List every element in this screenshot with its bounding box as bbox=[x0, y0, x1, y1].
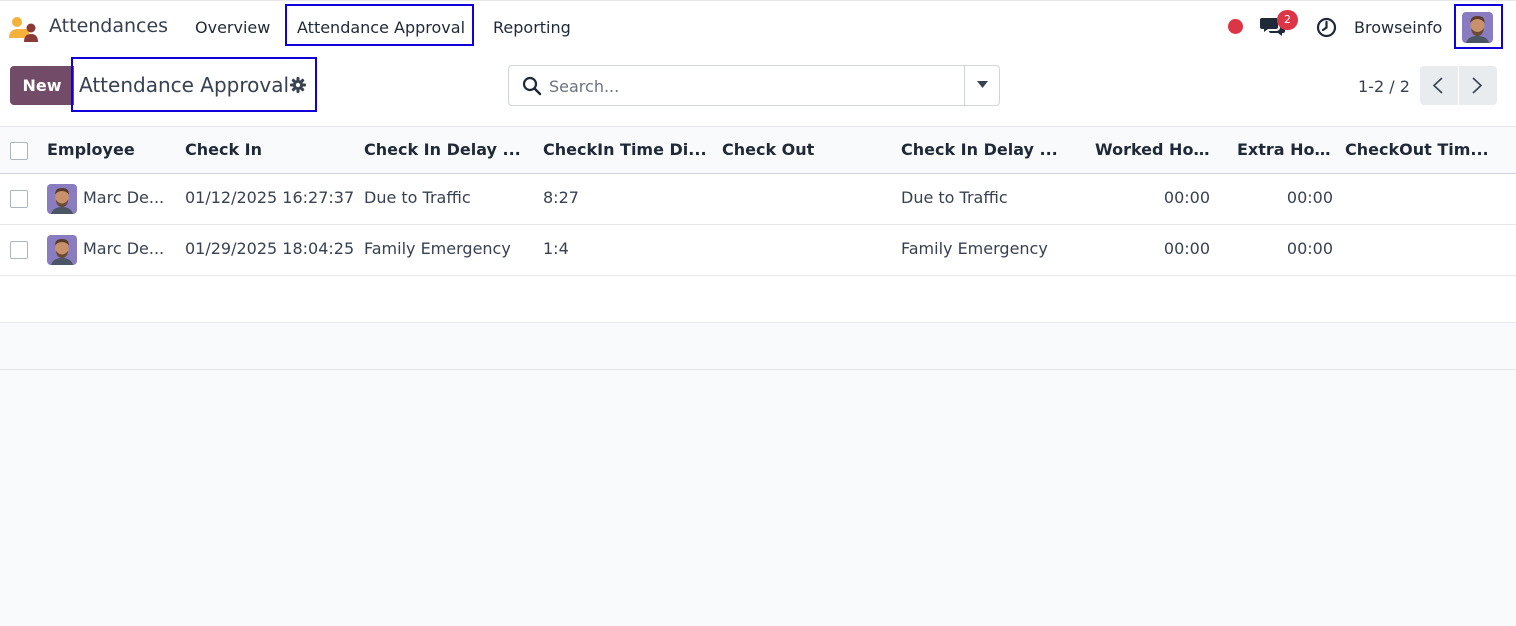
cell-check-in: 01/12/2025 16:27:37 bbox=[185, 188, 355, 207]
select-all-checkbox[interactable] bbox=[10, 142, 28, 160]
row-checkbox[interactable] bbox=[10, 190, 28, 208]
company-switcher[interactable]: Browseinfo bbox=[1354, 18, 1442, 37]
column-header-checkin-time-diff[interactable]: CheckIn Time Di... bbox=[543, 140, 713, 159]
cell-checkin-time-diff: 1:4 bbox=[543, 239, 569, 258]
column-header-employee[interactable]: Employee bbox=[47, 140, 177, 159]
menu-reporting[interactable]: Reporting bbox=[493, 18, 571, 37]
row-checkbox[interactable] bbox=[10, 241, 28, 259]
column-header-check-out[interactable]: Check Out bbox=[722, 140, 892, 159]
cell-check-in-delay-2: Family Emergency bbox=[901, 239, 1048, 258]
cell-employee: Marc De... bbox=[83, 188, 165, 207]
search-input[interactable] bbox=[549, 74, 959, 98]
chevron-left-icon bbox=[1432, 77, 1443, 94]
status-indicator-icon[interactable] bbox=[1228, 19, 1243, 34]
cell-extra-hours: 00:00 bbox=[1286, 239, 1333, 258]
page-title: Attendance Approval bbox=[79, 73, 290, 97]
empty-row bbox=[0, 276, 1516, 323]
cell-employee: Marc De... bbox=[83, 239, 165, 258]
column-header-check-in[interactable]: Check In bbox=[185, 140, 355, 159]
cell-checkin-time-diff: 8:27 bbox=[543, 188, 579, 207]
employee-avatar bbox=[47, 235, 77, 265]
caret-down-icon bbox=[977, 81, 988, 88]
column-header-check-in-delay-2[interactable]: Check In Delay ... bbox=[901, 140, 1081, 159]
cell-worked-hours: 00:00 bbox=[1163, 188, 1210, 207]
employee-avatar bbox=[47, 184, 77, 214]
menu-overview[interactable]: Overview bbox=[195, 18, 270, 37]
clock-icon[interactable] bbox=[1316, 17, 1337, 38]
search-options-toggle[interactable] bbox=[964, 66, 1000, 105]
column-header-checkout-time[interactable]: CheckOut Tim... bbox=[1345, 140, 1505, 159]
search-bar bbox=[508, 65, 1000, 106]
pager-next-button[interactable] bbox=[1459, 66, 1497, 105]
table-row[interactable]: Marc De... 01/29/2025 18:04:25 Family Em… bbox=[0, 225, 1516, 276]
column-header-extra-hours[interactable]: Extra Hours bbox=[1237, 140, 1337, 159]
column-header-worked-hours[interactable]: Worked Ho... bbox=[1095, 140, 1210, 159]
cell-check-in: 01/29/2025 18:04:25 bbox=[185, 239, 355, 258]
new-button[interactable]: New bbox=[10, 66, 74, 105]
gear-icon[interactable] bbox=[290, 77, 306, 93]
cell-worked-hours: 00:00 bbox=[1163, 239, 1210, 258]
menu-attendance-approval[interactable]: Attendance Approval bbox=[297, 18, 465, 37]
user-avatar[interactable] bbox=[1462, 12, 1493, 43]
app-name[interactable]: Attendances bbox=[49, 15, 168, 37]
table-row[interactable]: Marc De... 01/12/2025 16:27:37 Due to Tr… bbox=[0, 174, 1516, 225]
cell-check-in-delay: Family Emergency bbox=[364, 239, 511, 258]
attendances-app-icon[interactable] bbox=[9, 16, 39, 42]
top-navbar: Attendances Overview Attendance Approval… bbox=[0, 0, 1516, 53]
cell-check-in-delay-2: Due to Traffic bbox=[901, 188, 1008, 207]
search-icon bbox=[522, 76, 542, 96]
control-panel: New Attendance Approval 1-2 / 2 bbox=[0, 53, 1516, 126]
cell-check-in-delay: Due to Traffic bbox=[364, 188, 471, 207]
cell-extra-hours: 00:00 bbox=[1286, 188, 1333, 207]
chevron-right-icon bbox=[1472, 77, 1483, 94]
messages-count-badge: 2 bbox=[1277, 10, 1298, 30]
column-header-check-in-delay[interactable]: Check In Delay ... bbox=[364, 140, 534, 159]
table-header: Employee Check In Check In Delay ... Che… bbox=[0, 126, 1516, 174]
pager-value[interactable]: 1-2 / 2 bbox=[1358, 77, 1410, 96]
pager-previous-button[interactable] bbox=[1420, 66, 1458, 105]
empty-row bbox=[0, 323, 1516, 370]
